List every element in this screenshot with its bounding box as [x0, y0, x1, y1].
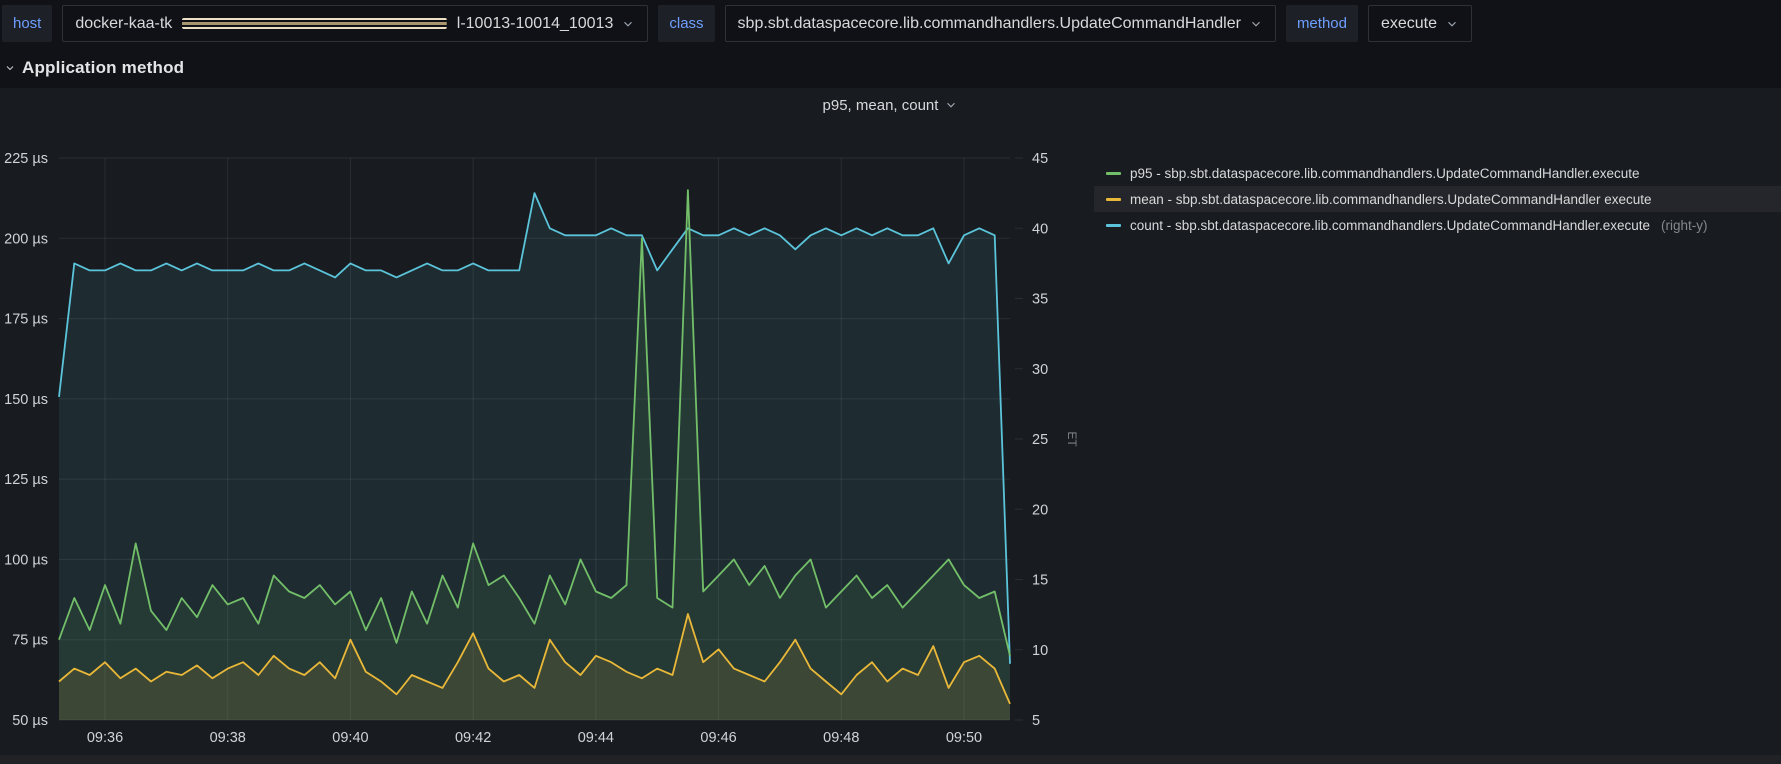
- legend-series-dash: [1106, 224, 1121, 227]
- svg-text:09:36: 09:36: [87, 730, 123, 746]
- svg-text:09:42: 09:42: [455, 730, 491, 746]
- svg-text:09:44: 09:44: [578, 730, 614, 746]
- svg-text:100 µs: 100 µs: [4, 552, 48, 568]
- legend-series-label: p95 - sbp.sbt.dataspacecore.lib.commandh…: [1130, 166, 1640, 181]
- svg-text:25: 25: [1032, 432, 1048, 448]
- svg-text:225 µs: 225 µs: [4, 151, 48, 167]
- timeseries-chart[interactable]: 225 µs 200 µs 175 µs 150 µs 125 µs 100 µs 75 µ…: [0, 122, 1080, 750]
- panel-header[interactable]: p95, mean, count: [0, 88, 1781, 122]
- host-value-prefix: docker-kaa-tk: [75, 15, 172, 33]
- x-axis: 09:36 09:38 09:40 09:42 09:44 09:46 09:48 09:50: [87, 730, 982, 746]
- svg-text:75 µs: 75 µs: [12, 633, 48, 649]
- svg-text:09:46: 09:46: [700, 730, 736, 746]
- svg-text:175 µs: 175 µs: [4, 312, 48, 328]
- var-label-host: host: [2, 5, 52, 42]
- svg-text:09:50: 09:50: [946, 730, 982, 746]
- redaction-bar: [182, 18, 446, 29]
- legend-item-count[interactable]: count - sbp.sbt.dataspacecore.lib.comman…: [1094, 212, 1781, 238]
- legend-series-dash: [1106, 172, 1121, 175]
- legend-series-label: count - sbp.sbt.dataspacecore.lib.comman…: [1130, 218, 1650, 233]
- dashboard-variables-bar: host docker-kaa-tk l-10013-10014_10013 c…: [0, 0, 1781, 44]
- section-title: Application method: [22, 58, 184, 78]
- var-label-class: class: [658, 5, 714, 42]
- chevron-down-icon: [4, 62, 16, 74]
- svg-text:15: 15: [1032, 573, 1048, 589]
- variable-class: class sbp.sbt.dataspacecore.lib.commandh…: [658, 5, 1276, 42]
- chevron-down-icon: [621, 17, 635, 31]
- var-select-method[interactable]: execute: [1368, 5, 1472, 42]
- svg-text:200 µs: 200 µs: [4, 231, 48, 247]
- variable-method: method execute: [1286, 5, 1472, 42]
- var-select-host[interactable]: docker-kaa-tk l-10013-10014_10013: [62, 5, 648, 42]
- legend-series-label: mean - sbp.sbt.dataspacecore.lib.command…: [1130, 192, 1652, 207]
- chart-legend: p95 - sbp.sbt.dataspacecore.lib.commandh…: [1080, 160, 1781, 750]
- svg-text:09:40: 09:40: [332, 730, 368, 746]
- svg-text:5: 5: [1032, 713, 1040, 729]
- svg-text:09:38: 09:38: [210, 730, 246, 746]
- chevron-down-icon: [1445, 17, 1459, 31]
- y-axis-right: 45 40 35 30 25 20 15 10 5 ET: [1015, 151, 1079, 729]
- svg-text:20: 20: [1032, 502, 1048, 518]
- horizontal-scrollbar[interactable]: [0, 755, 1781, 764]
- svg-text:30: 30: [1032, 362, 1048, 378]
- row-header-application-method[interactable]: Application method: [0, 44, 1781, 88]
- legend-axis-hint: (right-y): [1661, 218, 1708, 233]
- svg-text:09:48: 09:48: [823, 730, 859, 746]
- svg-text:50 µs: 50 µs: [12, 713, 48, 729]
- y-axis-right-label: ET: [1065, 431, 1079, 447]
- legend-item-p95[interactable]: p95 - sbp.sbt.dataspacecore.lib.commandh…: [1094, 160, 1781, 186]
- chevron-down-icon: [1249, 17, 1263, 31]
- legend-series-dash: [1106, 198, 1121, 201]
- var-select-class[interactable]: sbp.sbt.dataspacecore.lib.commandhandler…: [725, 5, 1276, 42]
- svg-text:40: 40: [1032, 221, 1048, 237]
- timeseries-panel: p95, mean, count 225 µs 200 µs 175 µs 150 µ…: [0, 88, 1781, 756]
- class-value: sbp.sbt.dataspacecore.lib.commandhandler…: [738, 15, 1241, 33]
- svg-text:35: 35: [1032, 292, 1048, 308]
- legend-item-mean[interactable]: mean - sbp.sbt.dataspacecore.lib.command…: [1094, 186, 1781, 212]
- svg-text:150 µs: 150 µs: [4, 392, 48, 408]
- method-value: execute: [1381, 15, 1437, 33]
- svg-text:125 µs: 125 µs: [4, 472, 48, 488]
- panel-title: p95, mean, count: [823, 97, 939, 114]
- y-axis-left: 225 µs 200 µs 175 µs 150 µs 125 µs 100 µs 75 µ…: [4, 151, 48, 729]
- chevron-down-icon: [944, 98, 958, 112]
- svg-text:10: 10: [1032, 643, 1048, 659]
- var-label-method: method: [1286, 5, 1358, 42]
- host-value-suffix: l-10013-10014_10013: [457, 15, 614, 33]
- variable-host: host docker-kaa-tk l-10013-10014_10013: [2, 5, 648, 42]
- svg-text:45: 45: [1032, 151, 1048, 167]
